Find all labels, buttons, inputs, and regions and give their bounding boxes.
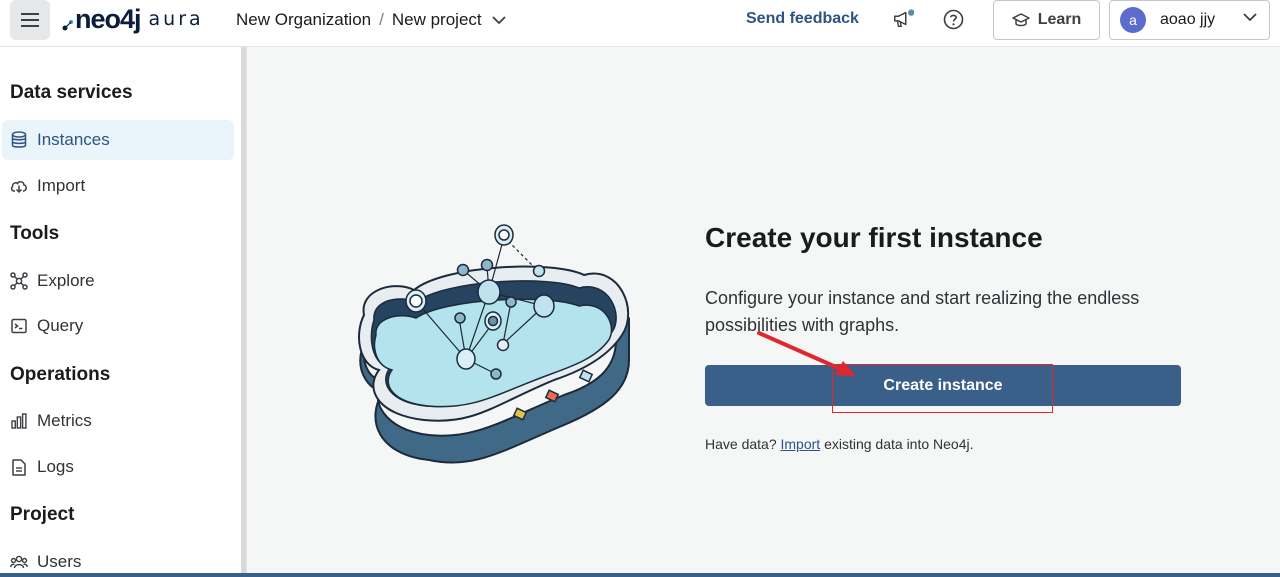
logo-mark-icon [62,20,73,31]
bar-chart-icon [10,412,28,430]
create-instance-button[interactable]: Create instance [705,365,1181,406]
top-bar: neo4j aura New Organization / New projec… [0,0,1280,47]
learn-label: Learn [1037,11,1082,28]
sidebar-item-label: Logs [37,457,74,476]
send-feedback-link[interactable]: Send feedback [746,10,859,28]
sidebar: Data services Instances Import Tools Exp… [0,47,247,577]
sidebar-item-query[interactable]: Query [2,306,234,346]
user-name: aoao jjy [1160,11,1216,28]
page-title: Create your first instance [705,222,1043,253]
sidebar-item-label: Instances [37,130,110,149]
help-circle-icon [943,9,963,29]
sidebar-item-label: Import [37,176,86,195]
section-title-operations: Operations [10,364,111,385]
breadcrumb-organization[interactable]: New Organization [236,10,371,30]
learn-button[interactable]: Learn [993,0,1100,40]
megaphone-icon [894,9,914,28]
graph-icon [10,272,28,290]
section-title-tools: Tools [10,223,60,244]
bottom-bar [0,573,1280,577]
page-description: Configure your instance and start realiz… [705,288,1140,335]
users-icon [10,553,28,571]
cloud-download-icon [10,177,28,195]
sidebar-item-metrics[interactable]: Metrics [2,401,234,441]
database-icon [10,131,28,149]
section-title-project: Project [10,504,75,525]
cloud-database-illustration [358,224,630,464]
hamburger-icon [21,13,39,27]
create-instance-label: Create instance [883,376,1003,394]
section-title-data-services: Data services [10,82,133,103]
breadcrumb-project[interactable]: New project [392,10,482,30]
import-link[interactable]: Import [781,436,821,452]
sidebar-item-label: Query [37,316,84,335]
sidebar-item-logs[interactable]: Logs [2,447,234,487]
help-button[interactable] [942,8,964,30]
sidebar-item-label: Users [37,552,82,571]
document-icon [10,458,28,476]
logo-neo4j: neo4j [75,3,142,34]
terminal-icon [10,317,28,335]
user-menu-button[interactable]: a aoao jjy [1109,0,1270,40]
have-data-prefix: Have data? [705,436,777,452]
sidebar-item-label: Explore [37,271,95,290]
chevron-down-icon[interactable] [491,15,506,25]
sidebar-scrollbar[interactable] [241,47,246,577]
chevron-down-icon [1243,13,1257,22]
menu-button[interactable] [10,0,50,40]
logo-aura: aura [148,8,204,30]
announcements-button[interactable] [892,8,914,30]
breadcrumb: New Organization / New project [236,10,506,30]
sidebar-item-import[interactable]: Import [2,166,234,206]
graduation-cap-icon [1011,13,1030,27]
sidebar-item-users[interactable]: Users [2,542,234,577]
have-data-text: Have data? Import existing data into Neo… [705,436,974,452]
avatar: a [1120,7,1146,33]
sidebar-item-instances[interactable]: Instances [2,120,234,160]
neo4j-aura-logo[interactable]: neo4j aura [62,4,204,34]
have-data-suffix: existing data into Neo4j. [824,436,974,452]
breadcrumb-separator: / [379,10,384,29]
sidebar-item-explore[interactable]: Explore [2,261,234,301]
sidebar-item-label: Metrics [37,411,92,430]
